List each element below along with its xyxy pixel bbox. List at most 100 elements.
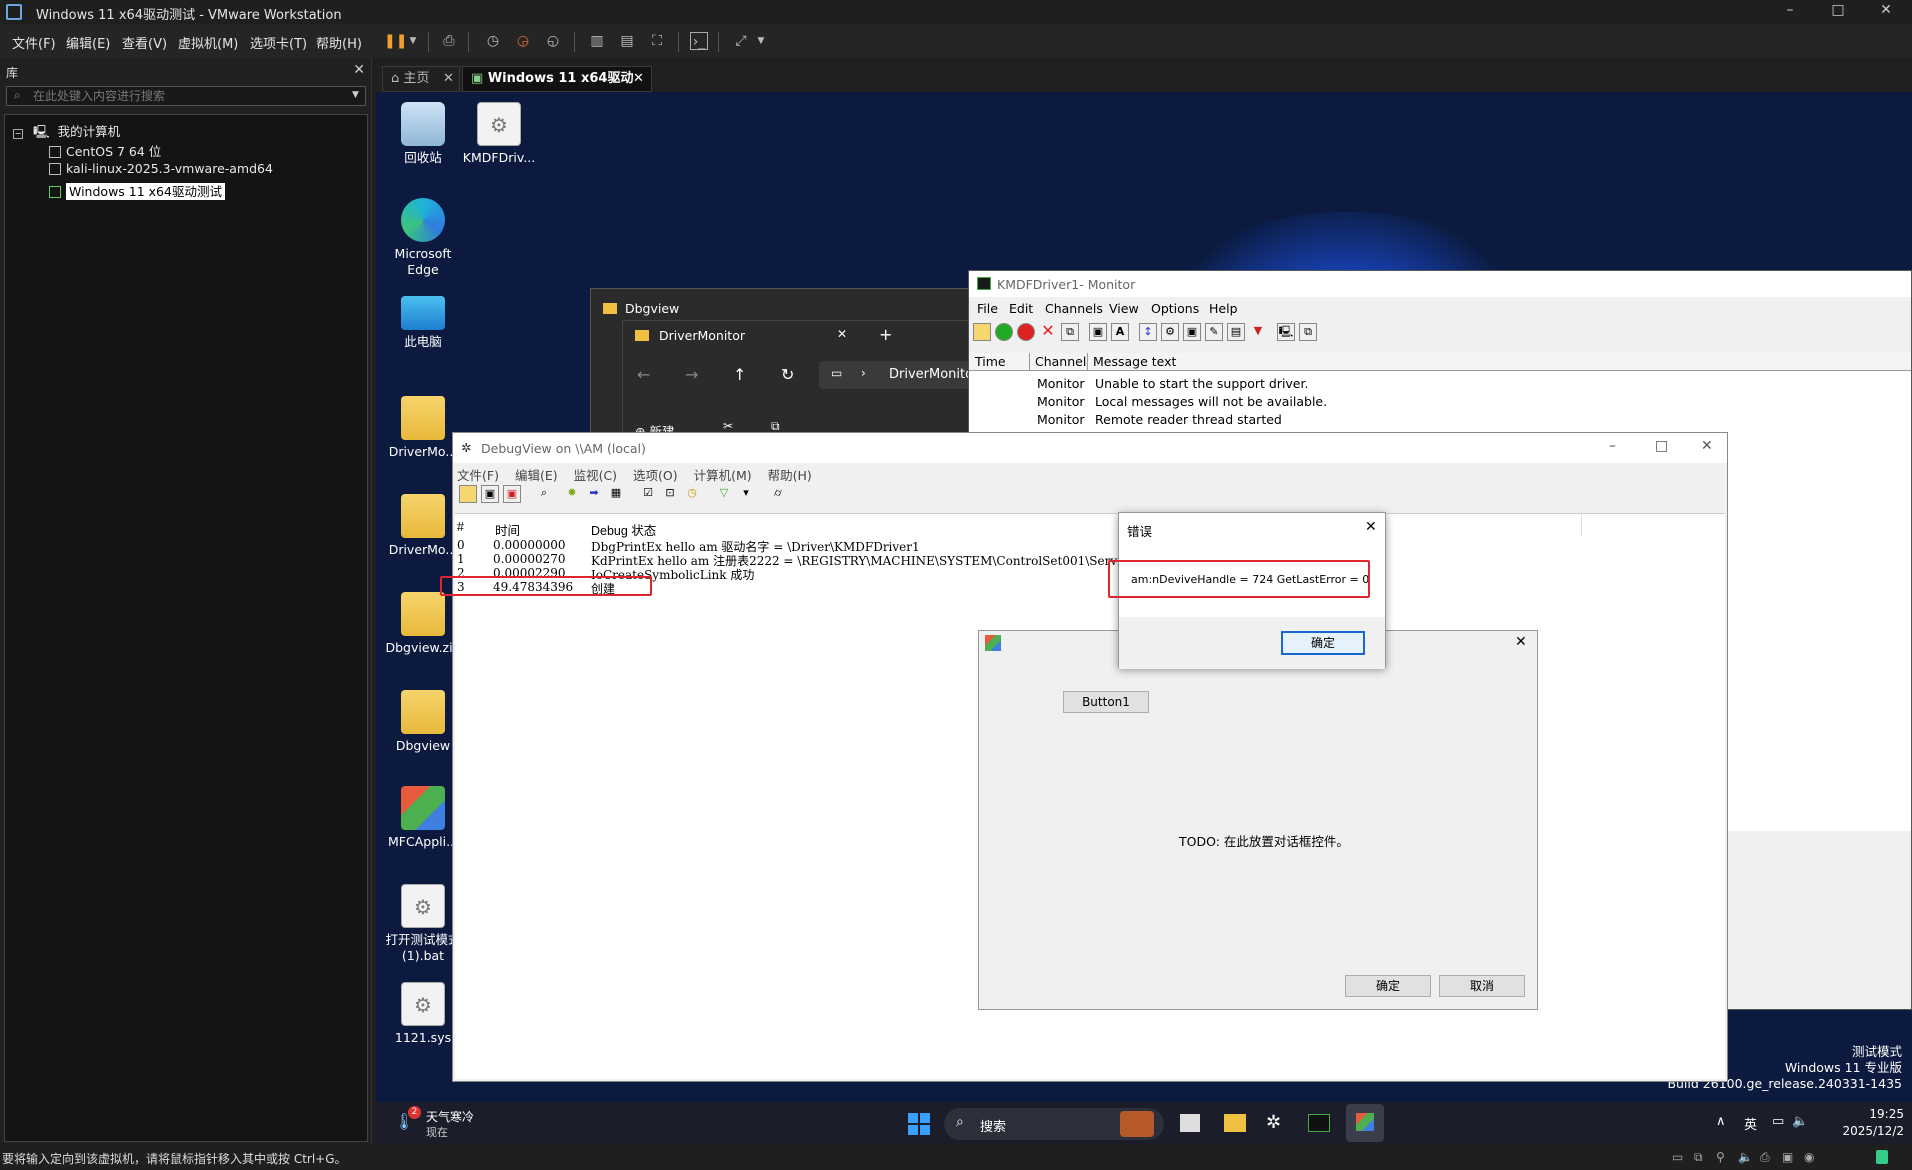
close-button[interactable]: ✕ (1701, 438, 1713, 454)
button1[interactable]: Button1 (1063, 691, 1149, 713)
time-icon[interactable]: ⊡ (661, 485, 679, 503)
open-icon[interactable] (973, 323, 991, 341)
explorer-tab-close-icon[interactable]: ✕ (837, 327, 847, 341)
column-time[interactable]: Time (975, 354, 1006, 369)
library-close-button[interactable]: ✕ (353, 62, 365, 78)
menu-file[interactable]: 文件(F) (12, 33, 56, 52)
tab-close-icon[interactable]: ✕ (633, 67, 644, 91)
desktop-icon-edge[interactable]: Microsoft Edge (378, 198, 468, 278)
refresh-icon[interactable]: ↻ (781, 365, 794, 384)
menu-file[interactable]: 文件(F) (457, 468, 499, 483)
device-cdrom-icon[interactable]: ◉ (1804, 1150, 1814, 1164)
error-ok-button[interactable]: 确定 (1281, 631, 1365, 655)
debugview-taskbar-icon[interactable]: ✲ (1266, 1112, 1281, 1133)
explorer-tab-title[interactable]: Dbgview (625, 301, 679, 316)
capture-icon[interactable]: ⚙ (1161, 323, 1179, 341)
device-display-icon[interactable]: ▣ (1782, 1150, 1793, 1164)
history-icon[interactable]: ▦ (607, 485, 625, 503)
taskbar-search[interactable]: ⌕ 搜索 (944, 1108, 1164, 1140)
tray-date[interactable]: 2025/12/2 (1840, 1124, 1904, 1138)
forward-arrow-icon[interactable]: → (685, 365, 698, 384)
ok-button[interactable]: 确定 (1345, 975, 1431, 997)
menu-help[interactable]: 帮助(H) (768, 468, 812, 483)
computer-icon[interactable]: 🖳 (1277, 323, 1295, 341)
up-arrow-icon[interactable]: ↑ (733, 365, 746, 384)
column-channel[interactable]: Channel (1035, 354, 1086, 369)
highlight-icon[interactable]: ▾ (737, 485, 755, 503)
minimize-button[interactable]: – (1609, 438, 1616, 454)
tree-item-centos[interactable]: CentOS 7 64 位 (49, 141, 161, 160)
new-tab-icon[interactable]: + (879, 325, 892, 344)
close-button[interactable]: ✕ (1876, 2, 1896, 18)
maximize-button[interactable]: □ (1655, 438, 1668, 454)
collapse-icon[interactable]: − (13, 129, 23, 139)
show-library-icon[interactable]: ▥ (588, 32, 606, 50)
monitor-taskbar-icon[interactable] (1308, 1114, 1330, 1132)
desktop-icon-this-pc[interactable]: 此电脑 (378, 296, 468, 350)
address-crumb[interactable]: DriverMonito (889, 367, 973, 382)
pause-dropdown-icon[interactable]: ▼ (404, 32, 422, 50)
library-search-input[interactable]: 在此处键入内容进行搜索 (6, 86, 366, 106)
volume-icon[interactable]: 🔈 (1792, 1114, 1808, 1129)
ime-indicator[interactable]: 英 (1744, 1114, 1757, 1133)
minimize-button[interactable]: – (1780, 2, 1800, 18)
error-close-button[interactable]: ✕ (1365, 519, 1377, 535)
desktop-icon-kmdf[interactable]: ⚙ KMDFDriv... (454, 102, 544, 166)
revert-snapshot-icon[interactable]: ◶ (514, 32, 532, 50)
capture-icon[interactable]: ✹ (563, 485, 581, 503)
open-icon[interactable] (459, 485, 477, 503)
device-sound-icon[interactable]: 🔈 (1738, 1150, 1753, 1164)
edit-icon[interactable]: ✎ (1205, 323, 1223, 341)
clock-icon[interactable]: ◷ (683, 485, 701, 503)
highlight-icon[interactable]: ▤ (1227, 323, 1245, 341)
tab-home[interactable]: ⌂ 主页 ✕ (382, 66, 460, 92)
device-printer-icon[interactable]: ⎙ (1760, 1150, 1770, 1165)
pause-icon[interactable]: ❚❚ (384, 32, 407, 50)
filter-icon[interactable]: ▼ (1249, 323, 1267, 341)
network-icon[interactable]: ⧉ (1299, 323, 1317, 341)
log-row[interactable]: 1 0.00000270 KdPrintEx hello am 注册表2222 = … (457, 552, 1121, 568)
device-usb-icon[interactable]: ⚲ (1716, 1150, 1725, 1164)
start-button[interactable] (908, 1113, 930, 1135)
menu-vm[interactable]: 虚拟机(M) (178, 33, 238, 52)
cancel-button[interactable]: 取消 (1439, 975, 1525, 997)
tree-item-win11[interactable]: Windows 11 x64驱动测试 (49, 181, 225, 200)
mfc-dialog[interactable]: ✕ Button1 TODO: 在此放置对话框控件。 确定 取消 (978, 630, 1538, 1010)
menu-edit[interactable]: 编辑(E) (515, 468, 558, 483)
explorer-tab-title[interactable]: DriverMonitor (659, 328, 745, 343)
edit-filter-icon[interactable]: ☑ (639, 485, 657, 503)
column-message[interactable]: Message text (1093, 354, 1176, 369)
menu-capture[interactable]: 监视(C) (574, 468, 617, 483)
copy-icon[interactable]: ⧉ (1061, 323, 1079, 341)
delete-icon[interactable]: ✕ (1039, 323, 1057, 341)
tray-overflow-icon[interactable]: ∧ (1716, 1114, 1726, 1129)
font-icon[interactable]: A (1111, 323, 1129, 341)
maximize-button[interactable]: □ (1828, 2, 1848, 18)
column-number[interactable]: # (457, 520, 464, 534)
log-row[interactable]: 0 0.00000000 DbgPrintEx hello am 驱动名字 = \D… (457, 538, 920, 554)
stop-icon[interactable] (1017, 323, 1035, 341)
device-network-icon[interactable]: ⧉ (1694, 1150, 1703, 1165)
tab-close-icon[interactable]: ✕ (443, 67, 454, 91)
menu-edit[interactable]: Edit (1009, 301, 1033, 316)
menu-channels[interactable]: Channels (1045, 301, 1103, 316)
menu-tabs[interactable]: 选项卡(T) (250, 33, 307, 52)
filter-icon[interactable]: ▽ (715, 485, 733, 503)
snapshot-manager-icon[interactable]: ◵ (544, 32, 562, 50)
column-time[interactable]: 时间 (495, 520, 520, 539)
menu-file[interactable]: File (977, 301, 998, 316)
menu-options[interactable]: 选项(O) (633, 468, 678, 483)
save-icon[interactable]: ▣ (1089, 323, 1107, 341)
menu-view[interactable]: View (1109, 301, 1139, 316)
network-icon[interactable]: ▭ (1772, 1114, 1784, 1129)
tray-time[interactable]: 19:25 (1840, 1107, 1904, 1121)
menu-view[interactable]: 查看(V) (122, 33, 167, 52)
tab-win11[interactable]: ▣ Windows 11 x64驱动测试 ✕ (462, 66, 652, 110)
column-divider[interactable] (1087, 353, 1088, 371)
full-screen-icon[interactable]: ⛶ (648, 32, 666, 50)
vm-status-icon[interactable] (1876, 1150, 1888, 1164)
stretch-dropdown-icon[interactable]: ▼ (752, 32, 770, 50)
column-debug-state[interactable]: Debug 状态 (591, 520, 656, 539)
console-view-icon[interactable]: ›_ (690, 32, 708, 50)
task-view-icon[interactable] (1180, 1114, 1200, 1132)
